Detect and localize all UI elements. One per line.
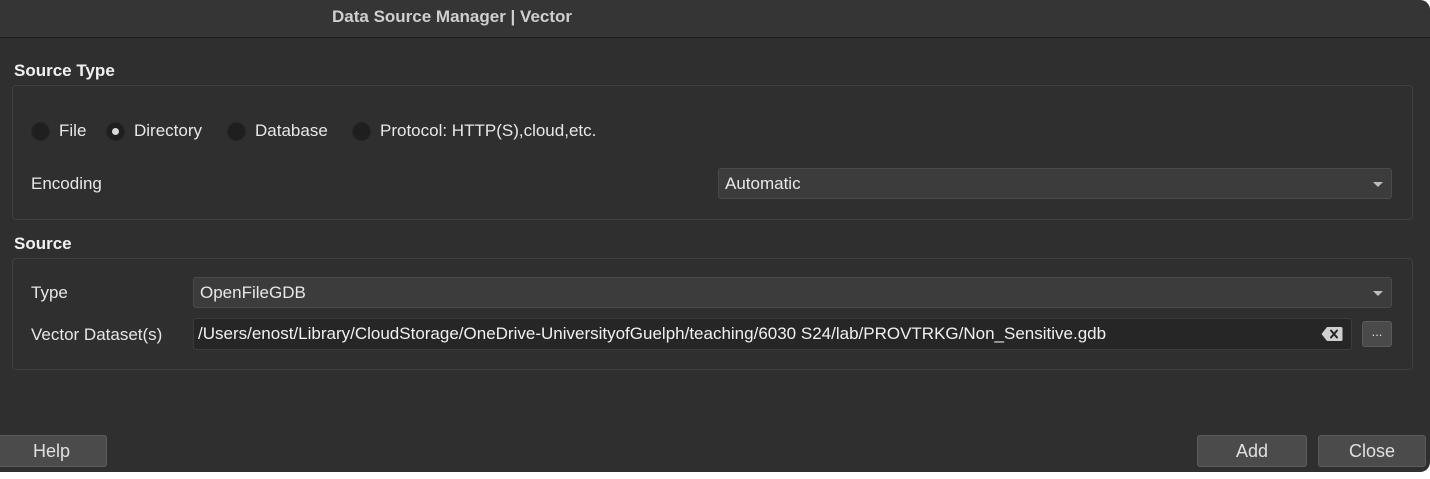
title-bar[interactable]: Data Source Manager | Vector	[0, 0, 1430, 38]
source-type-group	[12, 85, 1413, 220]
chevron-down-icon	[1373, 182, 1383, 187]
add-button[interactable]: Add	[1197, 435, 1307, 467]
vector-dataset-label: Vector Dataset(s)	[31, 325, 163, 344]
radio-indicator	[31, 121, 50, 141]
radio-directory[interactable]: Directory	[106, 119, 202, 143]
radio-protocol[interactable]: Protocol: HTTP(S),cloud,etc.	[352, 119, 596, 143]
type-value: OpenFileGDB	[200, 283, 306, 302]
encoding-label: Encoding	[31, 174, 102, 193]
radio-directory-label: Directory	[134, 121, 203, 140]
source-heading: Source	[14, 234, 72, 253]
chevron-down-icon	[1373, 291, 1383, 296]
close-button[interactable]: Close	[1318, 435, 1426, 467]
browse-button[interactable]: ...	[1362, 321, 1392, 347]
radio-file-label: File	[59, 121, 87, 140]
radio-database[interactable]: Database	[227, 119, 328, 143]
data-source-manager-window: Data Source Manager | Vector Source Type…	[0, 0, 1430, 472]
radio-indicator	[106, 121, 125, 141]
encoding-value: Automatic	[725, 174, 801, 193]
source-group	[12, 258, 1413, 370]
type-label: Type	[31, 283, 68, 302]
type-combo[interactable]: OpenFileGDB	[193, 277, 1392, 308]
radio-indicator	[227, 121, 246, 141]
source-type-heading: Source Type	[14, 61, 115, 80]
radio-protocol-label: Protocol: HTTP(S),cloud,etc.	[380, 121, 597, 140]
vector-dataset-path-text: /Users/enost/Library/CloudStorage/OneDri…	[198, 324, 1107, 343]
radio-database-label: Database	[255, 121, 328, 140]
vector-dataset-path-input[interactable]: /Users/enost/Library/CloudStorage/OneDri…	[193, 318, 1352, 350]
radio-indicator	[352, 121, 371, 141]
encoding-combo[interactable]: Automatic	[718, 168, 1392, 199]
help-button[interactable]: Help	[0, 435, 107, 467]
clear-text-icon[interactable]	[1321, 326, 1343, 342]
window-title: Data Source Manager | Vector	[332, 7, 573, 26]
radio-file[interactable]: File	[31, 119, 86, 143]
